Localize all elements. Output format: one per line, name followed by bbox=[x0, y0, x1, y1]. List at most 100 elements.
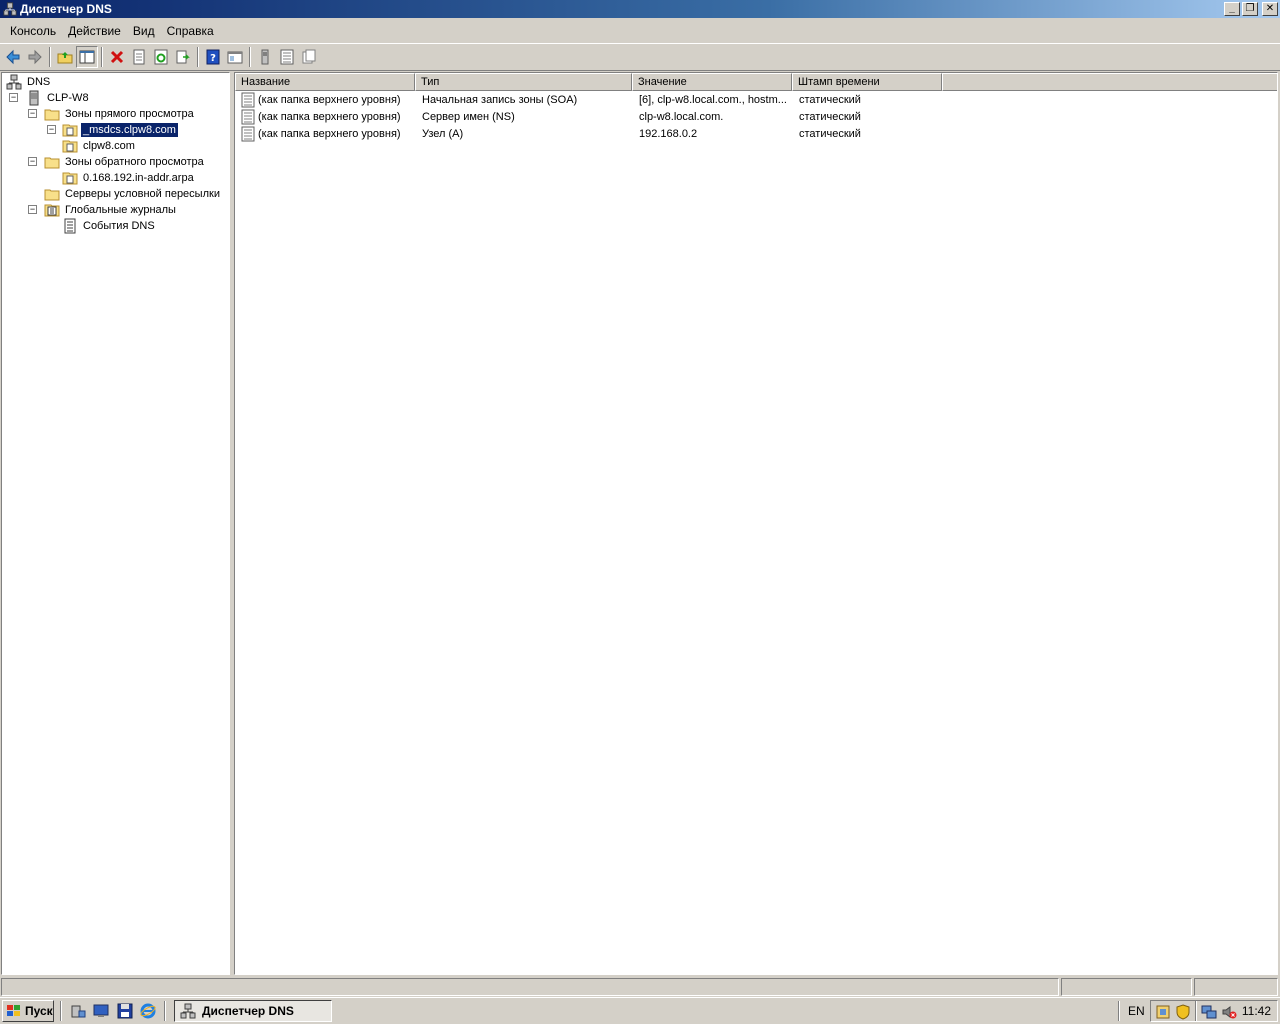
export-list-icon bbox=[176, 50, 190, 64]
delete-icon bbox=[110, 50, 124, 64]
status-panel-2 bbox=[1061, 978, 1192, 996]
zone-button[interactable] bbox=[276, 46, 298, 68]
column-header-name[interactable]: Название bbox=[235, 73, 415, 91]
collapse-toggle[interactable]: − bbox=[47, 125, 56, 134]
status-panel-3 bbox=[1194, 978, 1278, 996]
status-panel-main bbox=[1, 978, 1059, 996]
taskbar: Пуск Диспетчер DNS EN 11:42 bbox=[0, 997, 1280, 1024]
dns-app-icon bbox=[3, 2, 17, 16]
up-folder-icon bbox=[57, 52, 73, 64]
tree-label: 0.168.192.in-addr.arpa bbox=[83, 172, 194, 184]
tree-label: Зоны обратного просмотра bbox=[65, 156, 204, 168]
tree-item-dns[interactable]: DNS bbox=[6, 74, 52, 90]
tree-item-clpw8-zone[interactable]: clpw8.com bbox=[62, 138, 137, 154]
record-button[interactable] bbox=[298, 46, 320, 68]
internet-explorer-icon[interactable] bbox=[140, 1003, 156, 1019]
dns-app-icon bbox=[180, 1003, 196, 1019]
menu-action[interactable]: Действие bbox=[62, 22, 127, 40]
zone-icon bbox=[62, 140, 78, 153]
console-icon bbox=[227, 51, 243, 64]
record-icon bbox=[302, 49, 316, 64]
tree-label: clpw8.com bbox=[83, 140, 135, 152]
cell-value: [6], clp-w8.local.com., hostm... bbox=[639, 94, 787, 106]
menu-console[interactable]: Консоль bbox=[4, 22, 62, 40]
cell-value: 192.168.0.2 bbox=[639, 128, 698, 140]
server-manager-icon[interactable] bbox=[70, 1003, 86, 1019]
system-tray: 11:42 bbox=[1150, 1000, 1278, 1022]
start-button[interactable]: Пуск bbox=[2, 1000, 54, 1022]
windows-logo-icon bbox=[7, 1005, 20, 1016]
up-button[interactable] bbox=[54, 46, 76, 68]
taskbar-window-label: Диспетчер DNS bbox=[202, 1004, 294, 1018]
console-button[interactable] bbox=[224, 46, 246, 68]
taskbar-separator bbox=[60, 1001, 62, 1021]
back-icon bbox=[6, 49, 20, 65]
export-list-button[interactable] bbox=[172, 46, 194, 68]
console-tree[interactable]: DNS − CLP-W8 − Зоны прямого просмотра − … bbox=[1, 72, 230, 975]
table-row[interactable]: (как папка верхнего уровня) Начальная за… bbox=[235, 92, 1277, 109]
title-bar[interactable]: Диспетчер DNS _ ❐ ✕ bbox=[0, 0, 1280, 18]
show-desktop-icon[interactable] bbox=[93, 1003, 109, 1019]
column-header-type[interactable]: Тип bbox=[415, 73, 632, 91]
cell-name: (как папка верхнего уровня) bbox=[258, 111, 401, 123]
records-list[interactable]: Название Тип Значение Штамп времени (как… bbox=[234, 72, 1278, 975]
record-icon bbox=[241, 126, 255, 142]
language-indicator[interactable]: EN bbox=[1128, 1004, 1145, 1018]
forward-button[interactable] bbox=[24, 46, 46, 68]
volume-muted-icon[interactable] bbox=[1221, 1004, 1237, 1020]
column-header-timestamp[interactable]: Штамп времени bbox=[792, 73, 942, 91]
taskbar-separator bbox=[164, 1001, 166, 1021]
server-icon bbox=[261, 49, 269, 65]
toolbar-separator bbox=[101, 47, 103, 67]
tree-item-msdcs-zone[interactable]: _msdcs.clpw8.com bbox=[62, 122, 179, 138]
svg-text:?: ? bbox=[210, 53, 216, 64]
clock[interactable]: 11:42 bbox=[1242, 1004, 1271, 1018]
start-label: Пуск bbox=[25, 1004, 53, 1018]
tray-app-icon[interactable] bbox=[1155, 1004, 1171, 1020]
tree-item-forward-zones[interactable]: Зоны прямого просмотра bbox=[44, 106, 196, 122]
tree-label: События DNS bbox=[83, 220, 155, 232]
save-icon[interactable] bbox=[117, 1003, 133, 1019]
help-button[interactable]: ? bbox=[202, 46, 224, 68]
tree-item-reverse-zones[interactable]: Зоны обратного просмотра bbox=[44, 154, 206, 170]
zone-icon bbox=[62, 172, 78, 185]
table-row[interactable]: (как папка верхнего уровня) Сервер имен … bbox=[235, 109, 1277, 126]
table-row[interactable]: (как папка верхнего уровня) Узел (A) 192… bbox=[235, 126, 1277, 143]
tree-label: Зоны прямого просмотра bbox=[65, 108, 194, 120]
menu-view[interactable]: Вид bbox=[127, 22, 161, 40]
server-button[interactable] bbox=[254, 46, 276, 68]
status-bar bbox=[0, 977, 1280, 997]
tree-item-global-logs[interactable]: Глобальные журналы bbox=[44, 202, 178, 218]
cell-name: (как папка верхнего уровня) bbox=[258, 128, 401, 140]
cell-timestamp: статический bbox=[799, 128, 861, 140]
tree-item-conditional-forwarders[interactable]: Серверы условной пересылки bbox=[44, 186, 222, 202]
tree-label: _msdcs.clpw8.com bbox=[80, 122, 179, 138]
collapse-toggle[interactable]: − bbox=[28, 109, 37, 118]
cell-timestamp: статический bbox=[799, 94, 861, 106]
show-hide-tree-button[interactable] bbox=[76, 46, 98, 68]
tree-item-dns-events[interactable]: События DNS bbox=[62, 218, 157, 234]
column-header-value[interactable]: Значение bbox=[632, 73, 792, 91]
properties-button[interactable] bbox=[128, 46, 150, 68]
tree-item-server[interactable]: CLP-W8 bbox=[26, 90, 91, 106]
refresh-icon bbox=[154, 49, 168, 65]
security-shield-icon[interactable] bbox=[1175, 1004, 1191, 1020]
refresh-button[interactable] bbox=[150, 46, 172, 68]
menu-help[interactable]: Справка bbox=[161, 22, 220, 40]
back-button[interactable] bbox=[2, 46, 24, 68]
folder-icon bbox=[44, 109, 60, 121]
event-log-icon bbox=[64, 218, 76, 234]
network-icon[interactable] bbox=[1201, 1004, 1217, 1020]
window-title: Диспетчер DNS bbox=[20, 2, 112, 16]
minimize-button[interactable]: _ bbox=[1224, 2, 1240, 16]
delete-button[interactable] bbox=[106, 46, 128, 68]
tree-item-reverse-zone[interactable]: 0.168.192.in-addr.arpa bbox=[62, 170, 196, 186]
restore-button[interactable]: ❐ bbox=[1242, 2, 1258, 16]
collapse-toggle[interactable]: − bbox=[28, 205, 37, 214]
taskbar-window-button[interactable]: Диспетчер DNS bbox=[174, 1000, 332, 1022]
close-button[interactable]: ✕ bbox=[1262, 2, 1278, 16]
cell-value: clp-w8.local.com. bbox=[639, 111, 724, 123]
collapse-toggle[interactable]: − bbox=[28, 157, 37, 166]
collapse-toggle[interactable]: − bbox=[9, 93, 18, 102]
toolbar: ? bbox=[0, 43, 1280, 71]
